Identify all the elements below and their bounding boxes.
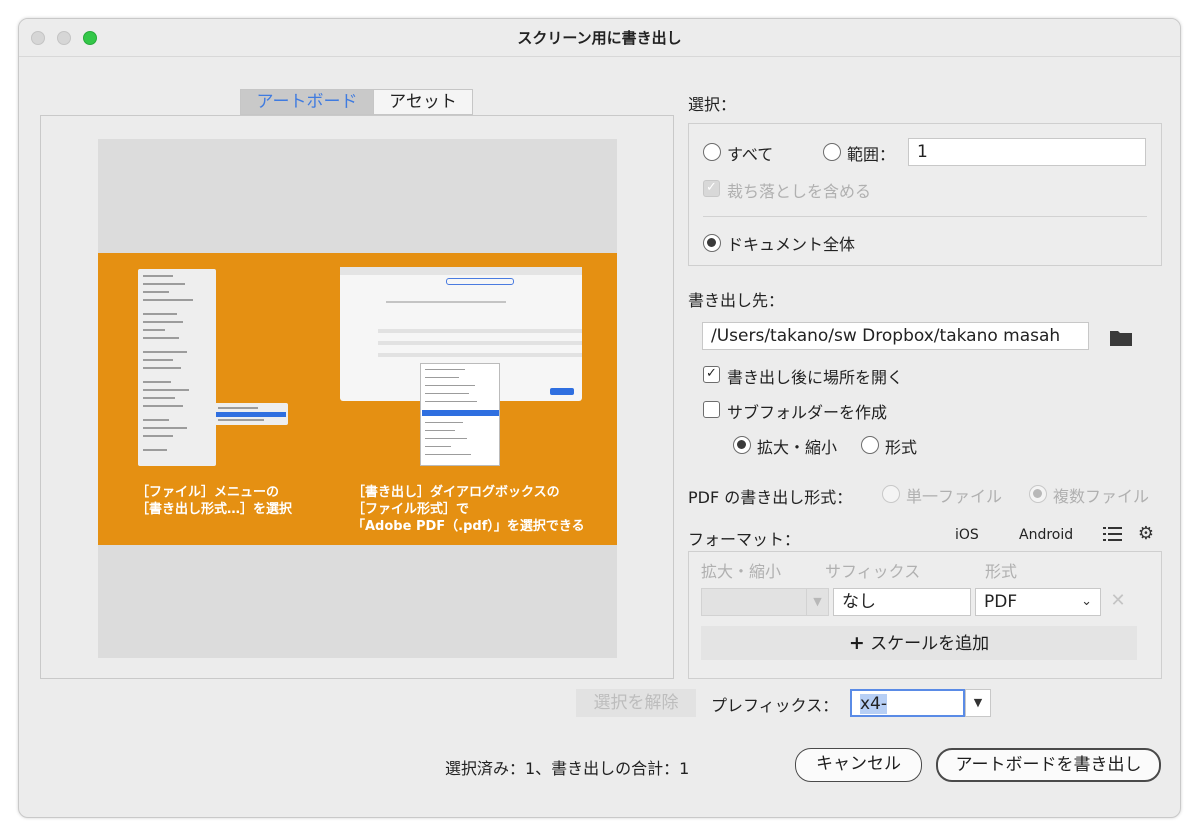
prefix-input-value: x4- (860, 694, 888, 714)
tab-artboard[interactable]: アートボード (240, 89, 374, 115)
artboard-thumbnail[interactable]: ［ファイル］メニューの ［書き出し形式…］を選択 ［書き出し］ダイアログボックス… (98, 253, 617, 545)
add-scale-label: スケールを追加 (870, 634, 990, 654)
radio-range[interactable] (823, 143, 841, 161)
radio-all-label: すべて (727, 145, 774, 164)
remove-row-icon[interactable]: ✕ (1109, 590, 1127, 612)
radio-by-scale-label: 拡大・縮小 (757, 438, 838, 457)
open-after-export-label: 書き出し後に場所を開く (727, 368, 904, 387)
column-scale-header: 拡大・縮小 (701, 562, 782, 581)
preview-canvas: ［ファイル］メニューの ［書き出し形式…］を選択 ［書き出し］ダイアログボックス… (98, 139, 617, 658)
format-table: 拡大・縮小 サフィックス 形式 ▼ なし PDF ⌄ ✕ + スケールを追加 (688, 551, 1162, 679)
folder-icon[interactable] (1109, 329, 1133, 347)
format-select[interactable]: PDF ⌄ (975, 588, 1101, 616)
export-artboard-button[interactable]: アートボードを書き出し (936, 748, 1161, 782)
gear-icon[interactable]: ⚙ (1135, 523, 1157, 545)
plus-icon: + (848, 632, 865, 654)
scale-select[interactable]: ▼ (701, 588, 829, 616)
scale-dropdown-icon: ▼ (806, 589, 828, 615)
bleed-label: 裁ち落としを含める (727, 182, 872, 201)
format-select-value: PDF (984, 592, 1018, 612)
radio-range-label: 範囲： (847, 145, 896, 164)
radio-by-scale[interactable] (733, 436, 751, 454)
radio-multi-file[interactable] (1029, 485, 1047, 503)
bleed-checkbox[interactable]: ✓ (703, 180, 720, 197)
list-icon[interactable] (1102, 525, 1124, 545)
selection-label: 選択： (688, 95, 737, 114)
open-after-export-checkbox[interactable]: ✓ (703, 366, 720, 383)
radio-by-format-label: 形式 (885, 438, 918, 457)
preview-panel: ［ファイル］メニューの ［書き出し形式…］を選択 ［書き出し］ダイアログボックス… (40, 115, 674, 679)
chevron-down-icon: ⌄ (1081, 594, 1092, 609)
selection-divider (703, 216, 1147, 217)
caption-left: ［ファイル］メニューの ［書き出し形式…］を選択 (136, 485, 293, 517)
suffix-input[interactable]: なし (833, 588, 971, 616)
radio-single-file[interactable] (882, 485, 900, 503)
column-format-header: 形式 (985, 562, 1018, 581)
radio-by-format[interactable] (861, 436, 879, 454)
deselect-button[interactable]: 選択を解除 (576, 689, 696, 717)
mini-menu-screenshot (138, 269, 216, 466)
android-preset-button[interactable]: Android (1019, 527, 1073, 543)
create-subfolder-checkbox[interactable] (703, 401, 720, 418)
export-to-label: 書き出し先： (688, 291, 785, 310)
pdf-export-label: PDF の書き出し形式： (688, 488, 853, 507)
column-suffix-header: サフィックス (825, 562, 921, 581)
range-input[interactable]: 1 (908, 138, 1146, 166)
radio-all[interactable] (703, 143, 721, 161)
radio-single-file-label: 単一ファイル (906, 487, 1003, 506)
caption-right: ［書き出し］ダイアログボックスの ［ファイル形式］で 「Adobe PDF（.p… (352, 485, 585, 534)
selection-group: すべて 範囲： 1 ✓ 裁ち落としを含める ドキュメント全体 (688, 123, 1162, 266)
radio-document[interactable] (703, 234, 721, 252)
prefix-dropdown-icon[interactable]: ▼ (965, 689, 991, 717)
ios-preset-button[interactable]: iOS (955, 527, 979, 543)
add-scale-button[interactable]: + スケールを追加 (701, 626, 1137, 660)
prefix-input[interactable]: x4- (850, 689, 965, 717)
export-path-input[interactable]: /Users/takano/sw Dropbox/takano masah (702, 322, 1089, 350)
radio-document-label: ドキュメント全体 (727, 235, 856, 254)
export-summary: 選択済み：1、書き出しの合計：1 (445, 759, 690, 778)
window-title: スクリーン用に書き出し (517, 29, 682, 47)
mini-submenu (214, 403, 288, 425)
title-bar: スクリーン用に書き出し (19, 19, 1180, 57)
cancel-button[interactable]: キャンセル (795, 748, 922, 782)
format-label: フォーマット： (688, 530, 801, 549)
export-for-screens-window: スクリーン用に書き出し アートボード アセット ［ファイル］メニューの ［書き出… (18, 18, 1181, 818)
prefix-label: プレフィックス： (711, 696, 839, 715)
radio-multi-file-label: 複数ファイル (1053, 487, 1150, 506)
create-subfolder-label: サブフォルダーを作成 (727, 403, 888, 422)
tab-asset[interactable]: アセット (373, 89, 473, 115)
mini-format-popup (420, 363, 500, 466)
